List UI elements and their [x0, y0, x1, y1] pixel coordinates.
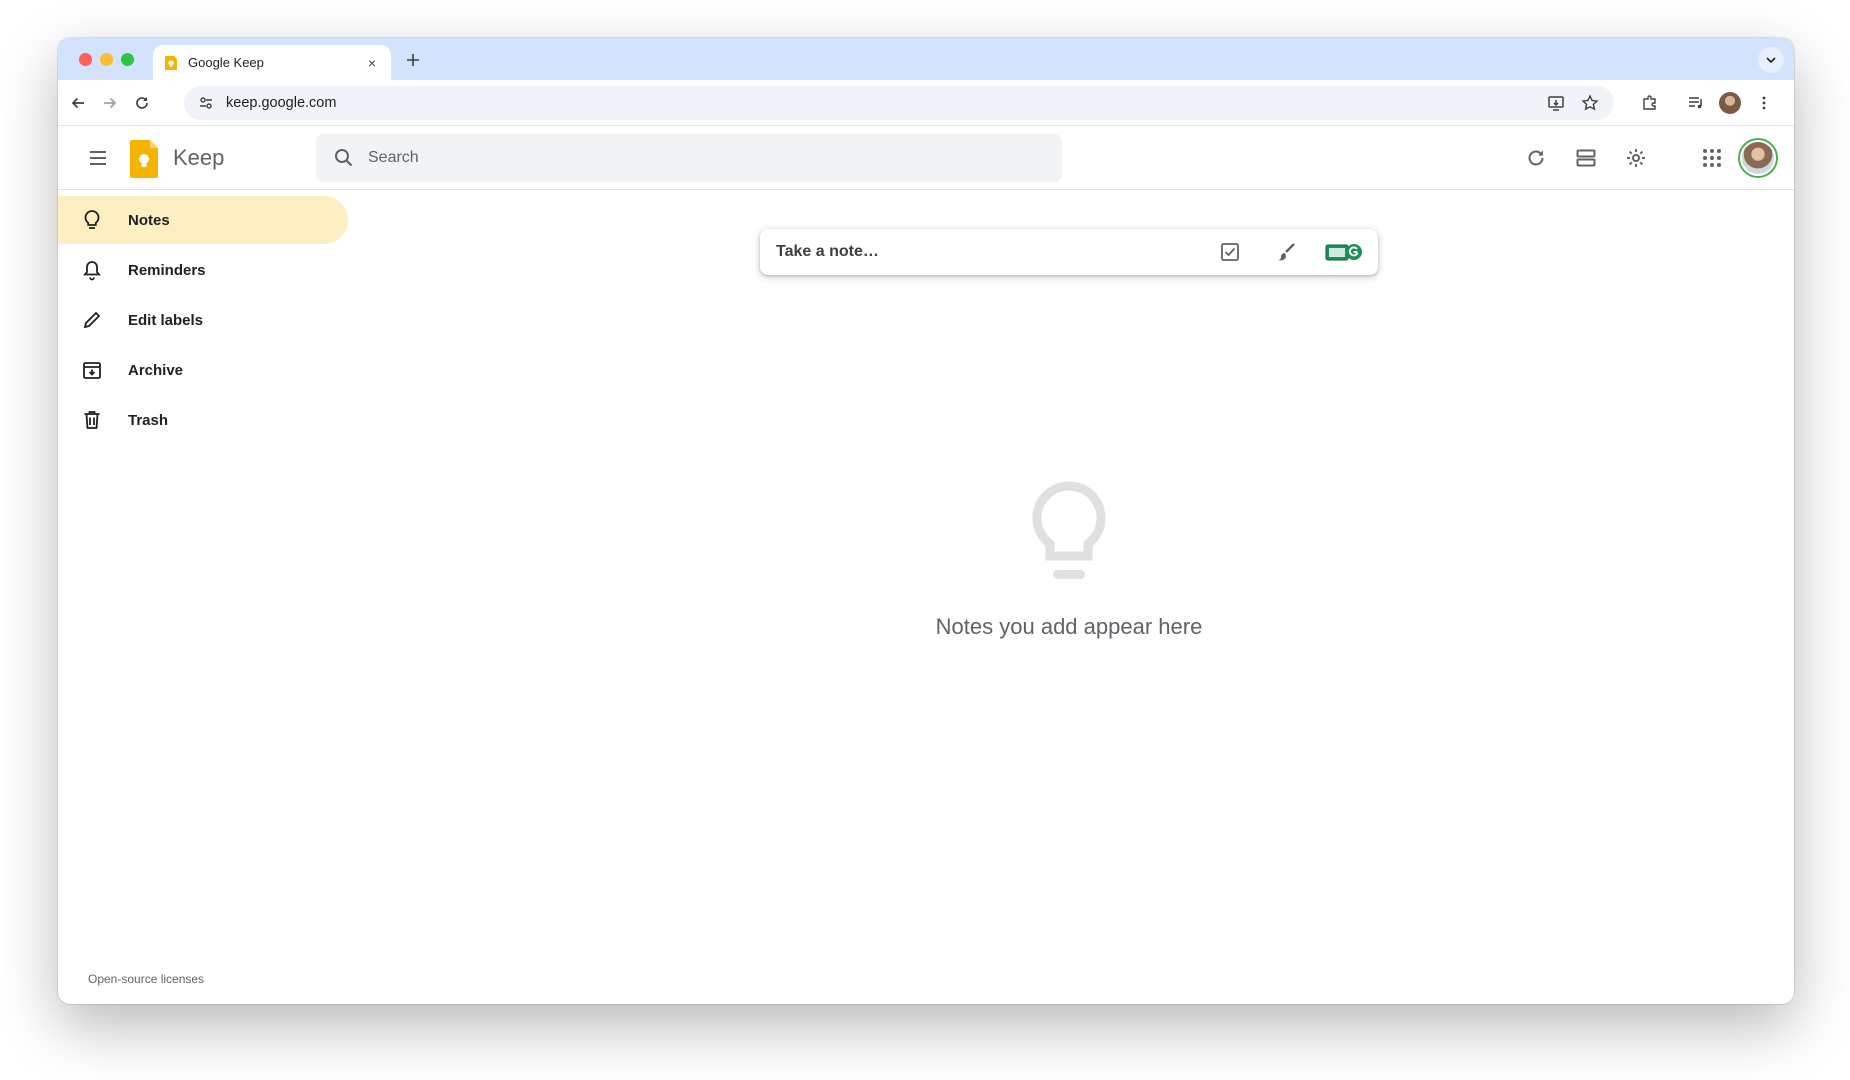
main-menu-icon[interactable] — [74, 134, 122, 182]
sidebar-item-trash[interactable]: Trash — [58, 396, 348, 444]
browser-menu-icon[interactable] — [1752, 91, 1776, 115]
trash-icon — [80, 408, 104, 432]
tab-title: Google Keep — [188, 55, 264, 70]
keep-header: Keep — [58, 126, 1794, 190]
sidebar-item-notes[interactable]: Notes — [58, 196, 348, 244]
sidebar-item-label: Reminders — [128, 261, 206, 279]
archive-icon — [80, 358, 104, 382]
settings-button[interactable] — [1612, 134, 1660, 182]
search-input[interactable] — [368, 134, 1062, 182]
browser-tab[interactable]: Google Keep × — [153, 45, 391, 80]
empty-state: Notes you add appear here — [760, 478, 1378, 640]
sidebar-item-label: Notes — [128, 211, 170, 229]
tab-strip: Google Keep × — [58, 38, 1794, 80]
profile-avatar-small[interactable] — [1718, 91, 1742, 115]
sidebar-item-label: Edit labels — [128, 311, 204, 329]
extensions-icon[interactable] — [1638, 91, 1662, 115]
sidebar-item-label: Archive — [128, 361, 184, 379]
app-title[interactable]: Keep — [173, 145, 224, 171]
new-tab-button[interactable] — [401, 48, 425, 72]
list-view-icon — [1576, 149, 1596, 167]
browser-toolbar: keep.google.com — [58, 80, 1794, 126]
take-note-input[interactable]: Take a note… — [776, 243, 1210, 261]
tab-search-button[interactable] — [1758, 47, 1784, 73]
empty-state-message: Notes you add appear here — [935, 614, 1203, 639]
gear-icon — [1627, 149, 1645, 167]
refresh-button[interactable] — [1512, 134, 1560, 182]
take-note-bar[interactable]: Take a note… — [760, 229, 1378, 275]
browser-window: Google Keep × keep.google.com Keep Searc… — [58, 38, 1794, 1004]
new-drawing-icon[interactable] — [1266, 232, 1306, 272]
new-image-note-icon[interactable] — [1322, 232, 1366, 272]
forward-icon[interactable] — [98, 91, 122, 115]
keep-favicon-icon — [163, 55, 179, 71]
google-apps-button[interactable] — [1688, 134, 1736, 182]
sidebar-item-label: Trash — [128, 411, 169, 429]
close-window-button[interactable] — [79, 53, 92, 66]
sidebar-item-archive[interactable]: Archive — [58, 346, 348, 394]
search-icon[interactable] — [320, 134, 368, 182]
apps-grid-icon — [1703, 149, 1721, 167]
pencil-icon — [80, 308, 104, 332]
bell-icon — [80, 258, 104, 282]
media-controls-icon[interactable] — [1684, 91, 1708, 115]
sidebar-item-reminders[interactable]: Reminders — [58, 246, 348, 294]
refresh-icon — [1528, 150, 1544, 166]
empty-lightbulb-icon — [1029, 478, 1109, 588]
site-info-icon[interactable] — [194, 91, 218, 115]
open-source-licenses-link[interactable]: Open-source licenses — [88, 972, 204, 986]
reload-icon[interactable] — [130, 91, 154, 115]
list-view-button[interactable] — [1562, 134, 1610, 182]
back-icon[interactable] — [66, 91, 90, 115]
profile-avatar-icon — [1719, 92, 1741, 114]
url-text[interactable]: keep.google.com — [226, 95, 1544, 111]
tab-close-icon[interactable]: × — [363, 54, 381, 72]
address-bar[interactable]: keep.google.com — [184, 86, 1614, 120]
sidebar-item-edit-labels[interactable]: Edit labels — [58, 296, 348, 344]
maximize-window-button[interactable] — [121, 53, 134, 66]
keep-logo-icon[interactable] — [130, 140, 158, 178]
new-list-icon[interactable] — [1210, 232, 1250, 272]
minimize-window-button[interactable] — [100, 53, 113, 66]
install-app-icon[interactable] — [1544, 91, 1568, 115]
avatar-photo — [1742, 142, 1774, 174]
sidebar: Notes Reminders Edit labels Archive Tras… — [58, 190, 348, 990]
search-bar[interactable] — [316, 134, 1062, 182]
bookmark-star-icon[interactable] — [1578, 91, 1602, 115]
lightbulb-icon — [80, 208, 104, 232]
account-avatar[interactable] — [1738, 138, 1778, 178]
